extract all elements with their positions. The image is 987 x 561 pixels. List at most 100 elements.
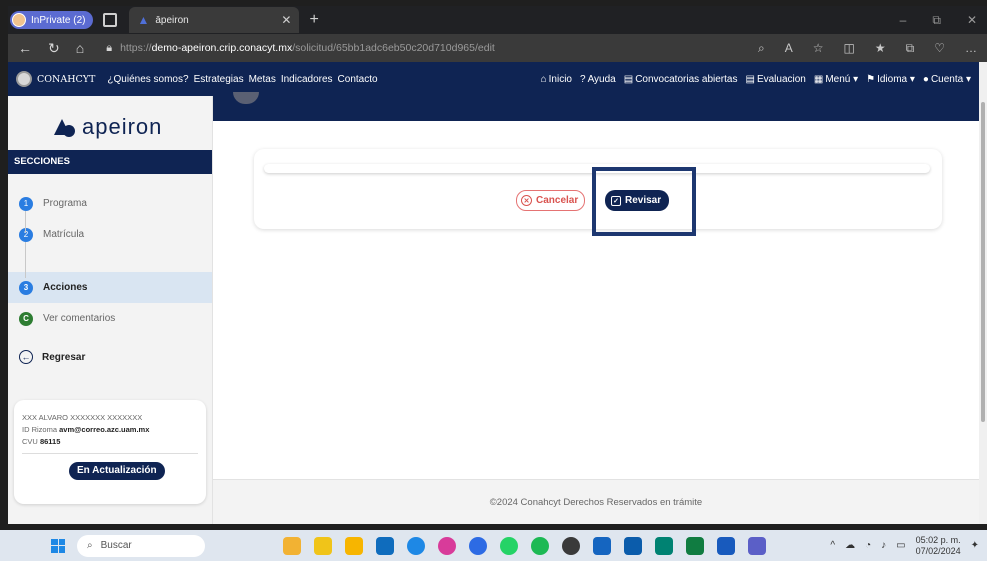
cancel-button[interactable]: ✕ Cancelar: [516, 190, 586, 211]
extensions-icon[interactable]: ♡: [934, 41, 945, 56]
inprivate-profile-button[interactable]: InPrivate (2): [10, 11, 94, 29]
app-dot-icon[interactable]: [562, 536, 580, 555]
step-label: Acciones: [43, 282, 88, 293]
clock[interactable]: 05:02 p. m. 07/02/2024: [916, 535, 961, 557]
status-badge: En Actualización: [69, 462, 165, 480]
step-ver-comentarios[interactable]: C Ver comentarios: [8, 303, 212, 334]
favorite-star-icon[interactable]: ☆: [813, 41, 824, 56]
nav-right-links: ⌂ Inicio ? Ayuda ▤ Convocatorias abiertas ▤…: [541, 74, 971, 85]
windows-start-icon[interactable]: [51, 538, 65, 553]
profile-avatar-icon: [12, 13, 26, 27]
wifi-icon[interactable]: ◔: [865, 540, 871, 551]
restore-icon[interactable]: ⧉: [932, 13, 941, 28]
home-icon[interactable]: ⌂: [76, 40, 84, 56]
browser-tab-bar: InPrivate (2) ▲ āpeiron ✕ + – ⧉ ✕: [8, 6, 987, 34]
tab-actions-icon[interactable]: [103, 13, 118, 27]
user-id-row: ID Rizoma avm@correo.azc.uam.mx: [22, 424, 198, 436]
user-cvu-row: CVU 86115: [22, 436, 198, 448]
collections-icon[interactable]: ⧉: [906, 41, 915, 56]
notepad-icon[interactable]: [624, 536, 642, 555]
step-connector: [25, 211, 26, 233]
regresar-label: Regresar: [42, 351, 86, 363]
spotify-icon[interactable]: [531, 536, 549, 555]
nav-idioma-dropdown[interactable]: ⚑ Idioma ▾: [866, 74, 915, 85]
bi-icon[interactable]: [593, 536, 611, 555]
taskbar-search[interactable]: ⌕ Buscar: [77, 534, 205, 557]
cvu-label: CVU: [22, 437, 38, 446]
apeiron-favicon-icon: ▲: [137, 13, 150, 27]
page-content: apeiron SECCIONES 1 Programa 2 Matrícula…: [8, 92, 979, 524]
cancel-x-icon: ✕: [521, 195, 532, 206]
home-icon: ⌂: [540, 73, 547, 85]
step-acciones[interactable]: 3 Acciones: [8, 272, 212, 303]
nav-menu-dropdown[interactable]: ▦ Menú ▾: [814, 74, 858, 85]
back-arrow-icon[interactable]: ←: [18, 40, 32, 56]
favorites-icon[interactable]: ★: [875, 41, 886, 56]
zoom-icon[interactable]: ⌕: [758, 41, 765, 56]
nav-link-indicadores[interactable]: Indicadores: [281, 74, 333, 85]
nav-link-quienes-somos[interactable]: ¿Quiénes somos?: [107, 74, 188, 85]
copilot-icon[interactable]: [438, 536, 456, 555]
browser-tab-apeiron[interactable]: ▲ āpeiron ✕: [129, 7, 300, 33]
photos-icon[interactable]: [655, 536, 673, 555]
flag-icon: ⚑: [866, 73, 876, 85]
nav-cuenta-dropdown[interactable]: ● Cuenta ▾: [923, 74, 971, 85]
conahcyt-logo-text: CONAHCYT: [37, 73, 96, 85]
scrollbar-thumb[interactable]: [981, 102, 985, 422]
nav-link-estrategias[interactable]: Estrategias: [194, 74, 244, 85]
teams-icon[interactable]: [748, 536, 766, 555]
nav-link-convocatorias[interactable]: ▤ Convocatorias abiertas: [624, 74, 738, 85]
edge-icon[interactable]: [407, 536, 425, 555]
nav-idioma-label: Idioma ▾: [877, 73, 915, 85]
whatsapp-icon[interactable]: [500, 536, 518, 555]
id-label: ID Rizoma: [22, 425, 58, 434]
step-number: 3: [19, 280, 33, 295]
windows-taskbar: ⌕ Buscar ^ ☁ ◔ ♪ ▭ 05:02 p. m. 07/02/202…: [0, 530, 987, 561]
nav-convocatorias-label: Convocatorias abiertas: [635, 73, 738, 85]
id-value: avm@correo.azc.uam.mx: [59, 425, 150, 434]
battery-icon[interactable]: ▭: [896, 540, 905, 551]
nav-link-inicio[interactable]: ⌂ Inicio: [541, 74, 572, 85]
page-scrollbar[interactable]: [979, 62, 987, 524]
new-tab-icon[interactable]: +: [309, 11, 318, 29]
step-programa[interactable]: 1 Programa: [8, 188, 212, 219]
cloud-icon[interactable]: ☁: [845, 540, 855, 551]
clock-date: 07/02/2024: [915, 545, 961, 556]
conahcyt-logo[interactable]: CONAHCYT: [16, 71, 95, 87]
taskbar-search-placeholder: Buscar: [100, 540, 132, 551]
notification-icon[interactable]: ✦: [971, 540, 979, 551]
refresh-icon[interactable]: ↻: [48, 40, 60, 57]
apeiron-logo[interactable]: apeiron: [54, 114, 212, 140]
search-icon: ⌕: [87, 540, 93, 551]
read-aloud-icon[interactable]: A: [785, 41, 793, 56]
nav-link-ayuda[interactable]: ? Ayuda: [580, 74, 616, 85]
outlook-icon[interactable]: [376, 536, 394, 555]
footer: ©2024 Conahcyt Derechos Reservados en tr…: [213, 479, 979, 524]
nav-link-contacto[interactable]: Contacto: [338, 74, 378, 85]
nav-link-metas[interactable]: Metas: [249, 74, 276, 85]
clock-time: 05:02 p. m.: [915, 534, 961, 545]
step-matricula[interactable]: 2 Matrícula: [8, 219, 212, 250]
file-explorer-icon[interactable]: [283, 536, 301, 555]
highlight-box: [592, 167, 696, 236]
url-field[interactable]: 🔒︎ https://demo-apeiron.crip.conacyt.mx/…: [106, 42, 676, 55]
zoom-icon[interactable]: [469, 536, 487, 555]
nav-evaluacion-label: Evaluacion: [756, 73, 806, 85]
regresar-link[interactable]: ← Regresar: [8, 350, 212, 364]
more-icon[interactable]: …: [965, 41, 977, 56]
volume-icon[interactable]: ♪: [881, 540, 886, 551]
split-screen-icon[interactable]: ◫: [844, 41, 855, 56]
nav-link-evaluacion[interactable]: ▤ Evaluacion: [745, 74, 805, 85]
excel-icon[interactable]: [686, 536, 704, 555]
chevron-up-icon[interactable]: ^: [830, 540, 835, 551]
word-icon[interactable]: [717, 536, 735, 555]
minimize-icon[interactable]: –: [900, 13, 907, 28]
document-icon: ▤: [745, 73, 755, 85]
url-path: /solicitud/65bb1adc6eb50c20d710d965/edit: [292, 42, 495, 54]
cvu-value: 86115: [39, 437, 61, 446]
sticky-notes-icon[interactable]: [314, 536, 332, 555]
folder-icon[interactable]: [345, 536, 363, 555]
close-tab-icon[interactable]: ✕: [281, 13, 291, 27]
close-window-icon[interactable]: ✕: [967, 13, 977, 28]
step-label: Ver comentarios: [43, 313, 116, 324]
